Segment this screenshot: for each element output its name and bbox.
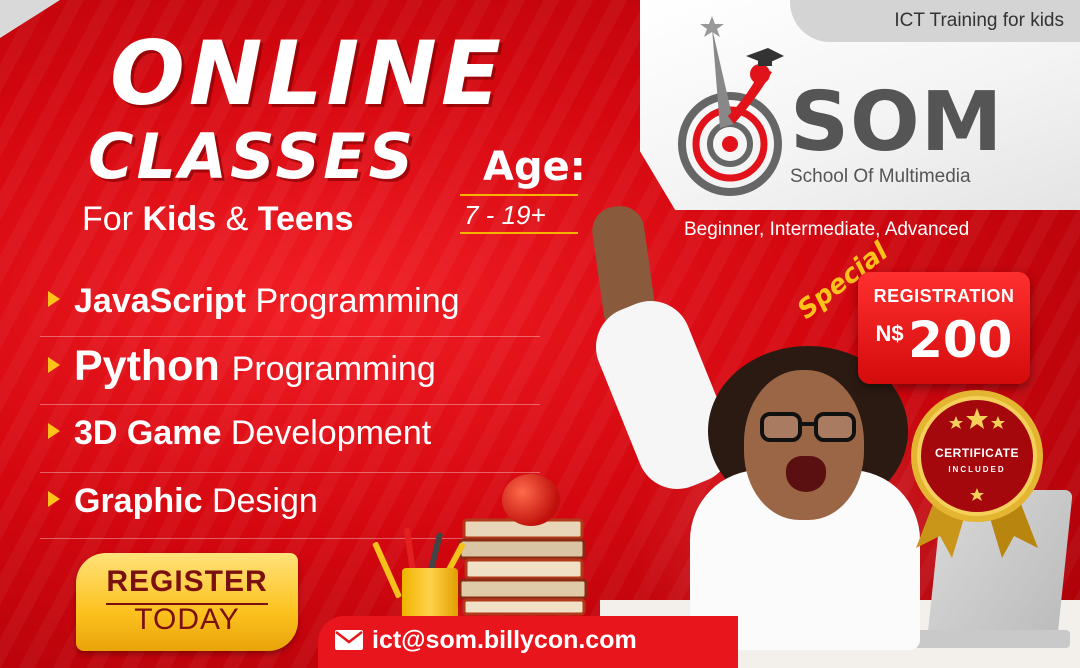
apple-icon bbox=[502, 474, 560, 526]
arrow-bullet-icon bbox=[48, 423, 60, 440]
graduation-cap-icon bbox=[746, 48, 784, 66]
register-label: REGISTER bbox=[106, 565, 268, 598]
course-name-bold: 3D Game bbox=[74, 414, 222, 452]
course-name-bold: Graphic bbox=[74, 482, 203, 520]
email-link[interactable]: ict@som.billycon.com bbox=[372, 626, 637, 655]
course-item-graphic-design: Graphic Design bbox=[48, 482, 318, 521]
course-item-3d-game: 3D Game Development bbox=[48, 414, 431, 453]
course-divider bbox=[40, 404, 540, 405]
ad-banner: ICT Training for kids SOM School Of Mult… bbox=[0, 0, 1080, 668]
age-divider-bottom bbox=[460, 232, 578, 234]
course-divider bbox=[40, 336, 540, 337]
tagline-tab: ICT Training for kids bbox=[790, 0, 1080, 42]
registration-badge: REGISTRATION N$ 200 bbox=[858, 272, 1030, 384]
certificate-title: CERTIFICATE bbox=[935, 446, 1019, 460]
registration-price: N$ 200 bbox=[858, 311, 1030, 369]
price-currency: N$ bbox=[875, 321, 904, 346]
arrow-bullet-icon bbox=[48, 291, 60, 308]
target-icon bbox=[678, 16, 784, 196]
course-name-rest: Design bbox=[211, 482, 318, 520]
headline-online: ONLINE bbox=[110, 22, 506, 125]
course-name-bold: Python bbox=[74, 342, 220, 390]
course-name-rest: Programming bbox=[255, 282, 460, 320]
age-divider-top bbox=[460, 194, 578, 196]
course-name-bold: JavaScript bbox=[74, 282, 246, 320]
glasses-icon bbox=[760, 412, 856, 442]
register-divider bbox=[106, 603, 268, 605]
corner-decoration bbox=[0, 0, 60, 38]
arrow-bullet-icon bbox=[48, 491, 60, 508]
course-item-python: Python Programming bbox=[48, 342, 436, 391]
brand-name: SOM bbox=[790, 75, 1004, 170]
course-divider bbox=[40, 472, 540, 473]
registration-label: REGISTRATION bbox=[873, 286, 1015, 306]
age-range: 7 - 19+ bbox=[464, 200, 546, 230]
star-icon bbox=[700, 16, 724, 37]
today-label: TODAY bbox=[134, 603, 240, 636]
audience-joiner: & bbox=[225, 200, 249, 238]
price-amount: 200 bbox=[908, 311, 1013, 369]
audience-line: For Kids & Teens bbox=[82, 200, 353, 239]
certificate-subtitle: INCLUDED bbox=[948, 465, 1006, 474]
girl-face bbox=[744, 370, 864, 520]
headline-classes: CLASSES bbox=[88, 120, 417, 193]
audience-prefix: For bbox=[82, 200, 133, 238]
envelope-icon bbox=[335, 630, 363, 650]
course-name-rest: Programming bbox=[231, 350, 436, 388]
brand-full-name: School Of Multimedia bbox=[790, 166, 971, 187]
course-levels: Beginner, Intermediate, Advanced bbox=[684, 219, 970, 240]
course-item-javascript: JavaScript Programming bbox=[48, 282, 460, 321]
audience-teens: Teens bbox=[257, 200, 354, 238]
course-name-rest: Development bbox=[230, 414, 432, 452]
arrow-bullet-icon bbox=[48, 356, 60, 373]
register-today-button[interactable]: REGISTER TODAY bbox=[76, 553, 298, 651]
girl-mouth bbox=[786, 456, 826, 492]
pencil-icon bbox=[372, 541, 402, 599]
books-stack-icon bbox=[458, 518, 588, 616]
tagline: ICT Training for kids bbox=[894, 10, 1064, 31]
age-label: Age: bbox=[483, 144, 586, 190]
audience-kids: Kids bbox=[142, 200, 217, 238]
